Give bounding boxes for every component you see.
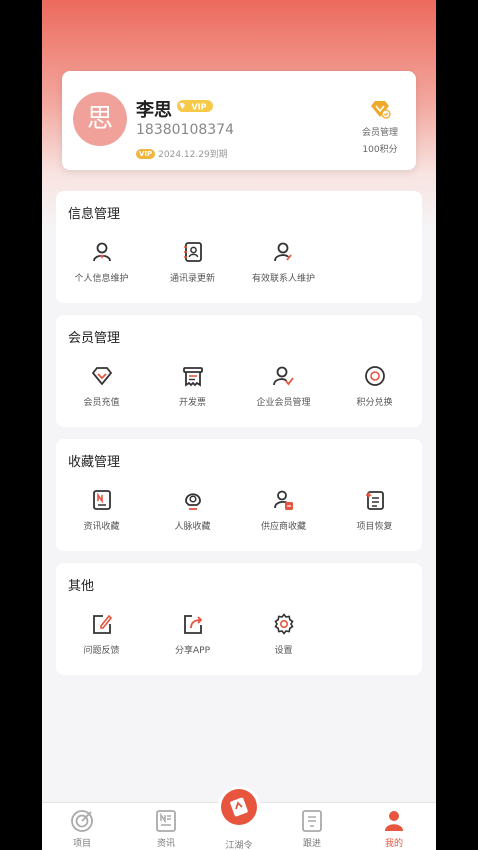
section-favorites-management: 收藏管理 资讯收藏 人脉收藏 供应商收藏 项目恢复 [56, 439, 422, 551]
tab-label: 江湖令 [225, 841, 253, 850]
network-icon [184, 493, 201, 510]
menu-label: 企业会员管理 [256, 398, 311, 408]
contact-icon [273, 242, 292, 262]
menu-label: 通讯录更新 [169, 274, 215, 284]
section-member-management: 会员管理 会员充值 开发票 企业会员管理 积分兑换 [56, 315, 422, 427]
news-icon [92, 490, 111, 510]
user-icon [92, 242, 111, 262]
menu-label: 人脉收藏 [174, 522, 211, 532]
menu-label: 问题反馈 [83, 646, 120, 656]
section-title: 其他 [68, 579, 95, 594]
menu-member-recharge[interactable]: 会员充值 [56, 365, 147, 408]
tab-projects[interactable]: 项目 [52, 809, 112, 849]
user-check-icon [272, 366, 294, 386]
tab-jianghu-button[interactable] [221, 789, 257, 825]
tab-label: 我的 [384, 839, 403, 849]
member-management-link[interactable]: 会员管理 100积分 [354, 99, 406, 155]
user-name: 李思 [136, 100, 172, 121]
menu-news-favorites[interactable]: 资讯收藏 [56, 489, 147, 532]
menu-points-exchange[interactable]: 积分兑换 [329, 365, 420, 408]
profile-card[interactable]: 思 李思 VIP 18380108374 VIP 2024.12.29到期 会员管… [62, 71, 416, 170]
supplier-icon [273, 490, 293, 510]
expire-date: 2024.12.29到期 [158, 150, 228, 160]
bottom-tab-bar: 项目 资讯 江湖令 跟进 我的 [42, 789, 436, 850]
tab-label: 项目 [72, 839, 91, 849]
menu-enterprise-member[interactable]: 企业会员管理 [238, 365, 329, 408]
avatar[interactable]: 思 [73, 92, 127, 146]
news-icon [156, 810, 176, 832]
tab-news[interactable]: 资讯 [136, 809, 196, 849]
menu-personal-info[interactable]: 个人信息维护 [56, 241, 147, 284]
vip-badge-text: VIP [191, 103, 206, 112]
section-title: 会员管理 [68, 331, 121, 346]
receipt-icon [182, 367, 203, 387]
menu-label: 项目恢复 [356, 522, 393, 532]
share-icon [183, 615, 202, 634]
vip-badge: VIP [175, 98, 215, 112]
menu-share-app[interactable]: 分享APP [147, 613, 238, 656]
tab-mine[interactable]: 我的 [364, 809, 424, 849]
menu-label: 设置 [274, 646, 293, 656]
tab-follow-up[interactable]: 跟进 [282, 809, 342, 849]
phone-screen: 思 李思 VIP 18380108374 VIP 2024.12.29到期 会员管… [42, 0, 436, 850]
expire-vip-badge: VIP [136, 149, 156, 159]
user-filled-icon [385, 811, 403, 831]
phone-number: 18380108374 [136, 122, 234, 138]
tab-label: 资讯 [156, 839, 175, 849]
menu-feedback[interactable]: 问题反馈 [56, 613, 147, 656]
menu-contacts-update[interactable]: 通讯录更新 [147, 241, 238, 284]
diamond-outline-icon [91, 367, 112, 386]
token-icon [230, 797, 248, 817]
section-info-management: 信息管理 个人信息维护 通讯录更新 有效联系人维护 [56, 191, 422, 303]
menu-network-favorites[interactable]: 人脉收藏 [147, 489, 238, 532]
points-value: 100积分 [362, 145, 398, 155]
menu-label: 资讯收藏 [83, 522, 120, 532]
edit-icon [92, 614, 112, 634]
gear-icon [273, 613, 294, 635]
menu-label: 会员充值 [83, 398, 120, 408]
address-book-icon [183, 242, 202, 262]
menu-label: 个人信息维护 [74, 274, 129, 284]
menu-invoice[interactable]: 开发票 [147, 365, 238, 408]
section-title: 收藏管理 [68, 455, 121, 470]
section-other: 其他 问题反馈 分享APP 设置 [56, 563, 422, 675]
menu-label: 有效联系人维护 [251, 274, 315, 284]
target-icon [71, 810, 93, 832]
tab-label: 跟进 [302, 839, 321, 849]
vip-expire: VIP 2024.12.29到期 [136, 147, 228, 160]
follow-up-icon [302, 810, 322, 832]
member-management-label: 会员管理 [361, 128, 398, 138]
menu-label: 供应商收藏 [260, 522, 306, 532]
coin-icon [364, 366, 385, 386]
section-title: 信息管理 [68, 207, 121, 222]
menu-label: 积分兑换 [356, 398, 393, 408]
menu-label: 分享APP [174, 646, 210, 656]
menu-supplier-favorites[interactable]: 供应商收藏 [238, 489, 329, 532]
menu-valid-contacts[interactable]: 有效联系人维护 [238, 241, 329, 284]
menu-settings[interactable]: 设置 [238, 613, 329, 656]
menu-project-restore[interactable]: 项目恢复 [329, 489, 420, 532]
diamond-icon [371, 101, 391, 119]
menu-label: 开发票 [178, 398, 206, 408]
restore-icon [365, 491, 384, 510]
